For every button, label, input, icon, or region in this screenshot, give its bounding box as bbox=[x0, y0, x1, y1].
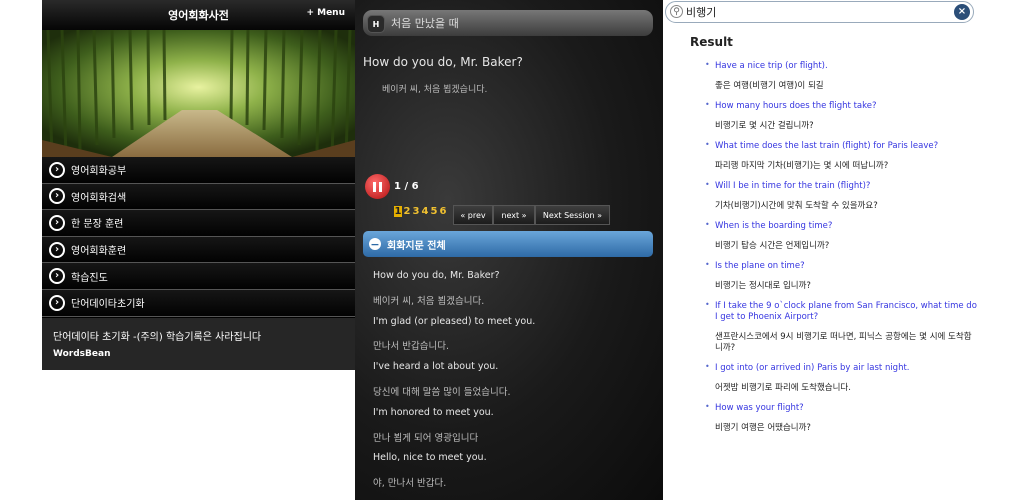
result-link[interactable]: Have a nice trip (or flight). bbox=[715, 61, 978, 72]
menu-list: › 영어회화공부 › 영어회화검색 › 한 문장 훈련 › 영어회화훈련 › 학… bbox=[42, 157, 355, 317]
page-button-4[interactable]: 4 bbox=[421, 206, 429, 217]
app-header: 영어회화사전 + Menu bbox=[42, 0, 355, 30]
list-item: Have a nice trip (or flight). 좋은 여행(비행기 … bbox=[703, 60, 978, 92]
session-title: 처음 만났을 때 bbox=[391, 17, 459, 30]
menu-item-conversation-training[interactable]: › 영어회화훈련 bbox=[42, 236, 355, 264]
result-link[interactable]: When is the boarding time? bbox=[715, 221, 978, 232]
list-item: Is the plane on time? 비행기는 정시대로 입니까? bbox=[703, 260, 978, 292]
result-list: Have a nice trip (or flight). 좋은 여행(비행기 … bbox=[703, 60, 978, 443]
result-translation: 좋은 여행(비행기 여행)이 되길 bbox=[715, 81, 824, 91]
minus-icon: − bbox=[369, 237, 381, 251]
pause-icon-bar bbox=[373, 181, 376, 192]
result-translation: 어젯밤 비행기로 파리에 도착했습니다. bbox=[715, 383, 851, 393]
result-link[interactable]: What time does the last train (flight) f… bbox=[715, 141, 978, 152]
prev-button[interactable]: « prev bbox=[453, 205, 493, 225]
sentence-counter: 1 / 6 bbox=[394, 181, 419, 192]
main-menu-panel: 영어회화사전 + Menu › 영어회화공부 › 영어회화검색 › 한 문장 훈… bbox=[42, 0, 355, 370]
menu-item-label: 영어회화공부 bbox=[71, 166, 127, 178]
page-selector: 1 2 3 4 5 6 bbox=[394, 206, 448, 217]
list-item: How was your flight? 비행기 여행은 어땠습니까? bbox=[703, 402, 978, 434]
home-badge-icon[interactable]: H bbox=[367, 15, 385, 33]
result-translation: 파리행 마지막 기차(비행기)는 몇 시에 떠납니까? bbox=[715, 161, 889, 171]
next-button[interactable]: next » bbox=[493, 205, 535, 225]
result-link[interactable]: Is the plane on time? bbox=[715, 261, 978, 272]
menu-item-reset-words[interactable]: › 단어데이타초기화 bbox=[42, 289, 355, 317]
dialogue-list: How do you do, Mr. Baker? 베이커 씨, 처음 뵙겠습니… bbox=[373, 270, 658, 498]
result-link[interactable]: How was your flight? bbox=[715, 403, 978, 414]
menu-item-label: 한 문장 훈련 bbox=[71, 219, 124, 231]
list-item: I got into (or arrived in) Paris by air … bbox=[703, 362, 978, 394]
search-bar: ⚲ × bbox=[665, 1, 974, 23]
result-link[interactable]: I got into (or arrived in) Paris by air … bbox=[715, 363, 978, 374]
menu-item-search[interactable]: › 영어회화검색 bbox=[42, 183, 355, 211]
result-translation: 비행기로 몇 시간 걸립니까? bbox=[715, 121, 814, 131]
list-item: How many hours does the flight take? 비행기… bbox=[703, 100, 978, 132]
study-panel: H 처음 만났을 때 How do you do, Mr. Baker? 베이커… bbox=[355, 0, 663, 500]
result-link[interactable]: How many hours does the flight take? bbox=[715, 101, 978, 112]
arrow-right-icon: › bbox=[49, 241, 65, 258]
menu-item-label: 영어회화훈련 bbox=[71, 246, 127, 258]
arrow-right-icon: › bbox=[49, 214, 65, 231]
search-input[interactable] bbox=[686, 4, 946, 20]
dialogue-english: How do you do, Mr. Baker? bbox=[373, 270, 500, 281]
dialogue-english: I'm glad (or pleased) to meet you. bbox=[373, 315, 536, 327]
menu-item-sentence-training[interactable]: › 한 문장 훈련 bbox=[42, 210, 355, 237]
pause-icon-bar bbox=[379, 181, 382, 192]
dialogue-korean: 베이커 씨, 처음 뵙겠습니다. bbox=[373, 295, 485, 307]
search-icon: ⚲ bbox=[670, 5, 683, 18]
notice-message: 단어데이타 초기화 -(주의) 학습기록은 사라집니다 bbox=[53, 332, 262, 343]
search-panel: ⚲ × Result Have a nice trip (or flight).… bbox=[663, 0, 983, 500]
current-korean-sentence: 베이커 씨, 처음 뵙겠습니다. bbox=[382, 85, 488, 95]
pause-button[interactable] bbox=[365, 174, 390, 199]
result-translation: 샌프란시스코에서 9시 비행기로 떠나면, 피닉스 공항에는 몇 시에 도착합니… bbox=[715, 332, 972, 353]
menu-item-label: 단어데이타초기화 bbox=[71, 299, 145, 311]
menu-item-study[interactable]: › 영어회화공부 bbox=[42, 157, 355, 184]
arrow-right-icon: › bbox=[49, 268, 65, 285]
reset-notice: 단어데이타 초기화 -(주의) 학습기록은 사라집니다 WordsBean bbox=[42, 318, 355, 370]
result-translation: 비행기 탑승 시간은 언제입니까? bbox=[715, 241, 830, 251]
bamboo-forest-picture bbox=[42, 30, 355, 157]
list-item: Will I be in time for the train (flight)… bbox=[703, 180, 978, 212]
brand-label: WordsBean bbox=[53, 349, 111, 359]
list-item: If I take the 9 o`clock plane from San F… bbox=[703, 300, 978, 354]
list-item: When is the boarding time? 비행기 탑승 시간은 언제… bbox=[703, 220, 978, 252]
dialogue-korean: 만나서 반갑습니다. bbox=[373, 341, 449, 353]
result-heading: Result bbox=[690, 35, 733, 49]
section-title: 회화지문 전체 bbox=[387, 241, 446, 252]
dialogue-english: I've heard a lot about you. bbox=[373, 361, 499, 373]
session-title-bar: H 처음 만났을 때 bbox=[363, 10, 653, 36]
arrow-right-icon: › bbox=[49, 188, 65, 205]
menu-item-label: 학습진도 bbox=[71, 272, 108, 284]
result-translation: 기차(비행기)시간에 맞춰 도착할 수 있을까요? bbox=[715, 201, 878, 211]
page-button-1[interactable]: 1 bbox=[394, 206, 402, 217]
page-button-3[interactable]: 3 bbox=[412, 206, 420, 217]
page-button-5[interactable]: 5 bbox=[430, 206, 438, 217]
dialogue-korean: 당신에 대해 말씀 많이 들었습니다. bbox=[373, 386, 511, 398]
result-translation: 비행기는 정시대로 입니까? bbox=[715, 281, 811, 291]
result-translation: 비행기 여행은 어땠습니까? bbox=[715, 423, 811, 433]
dialogue-korean: 만나 뵙게 되어 영광입니다 bbox=[373, 432, 479, 444]
clear-icon[interactable]: × bbox=[954, 4, 970, 20]
next-session-button[interactable]: Next Session » bbox=[535, 205, 610, 225]
full-dialogue-header[interactable]: − 회화지문 전체 bbox=[363, 231, 653, 257]
result-link[interactable]: Will I be in time for the train (flight)… bbox=[715, 181, 978, 192]
list-item: What time does the last train (flight) f… bbox=[703, 140, 978, 172]
dialogue-english: I'm honored to meet you. bbox=[373, 406, 494, 418]
arrow-right-icon: › bbox=[49, 294, 65, 311]
menu-item-progress[interactable]: › 학습진도 bbox=[42, 263, 355, 290]
page-button-2[interactable]: 2 bbox=[403, 206, 411, 217]
result-link[interactable]: If I take the 9 o`clock plane from San F… bbox=[715, 301, 978, 323]
dialogue-korean: 야, 만나서 반갑다. bbox=[373, 478, 447, 490]
dialogue-english: Hello, nice to meet you. bbox=[373, 452, 487, 464]
arrow-right-icon: › bbox=[49, 161, 65, 178]
bamboo-banner-image bbox=[42, 30, 355, 157]
menu-button[interactable]: + Menu bbox=[306, 8, 345, 18]
menu-item-label: 영어회화검색 bbox=[71, 192, 127, 204]
page-button-6[interactable]: 6 bbox=[439, 206, 447, 217]
current-english-sentence: How do you do, Mr. Baker? bbox=[363, 55, 523, 69]
